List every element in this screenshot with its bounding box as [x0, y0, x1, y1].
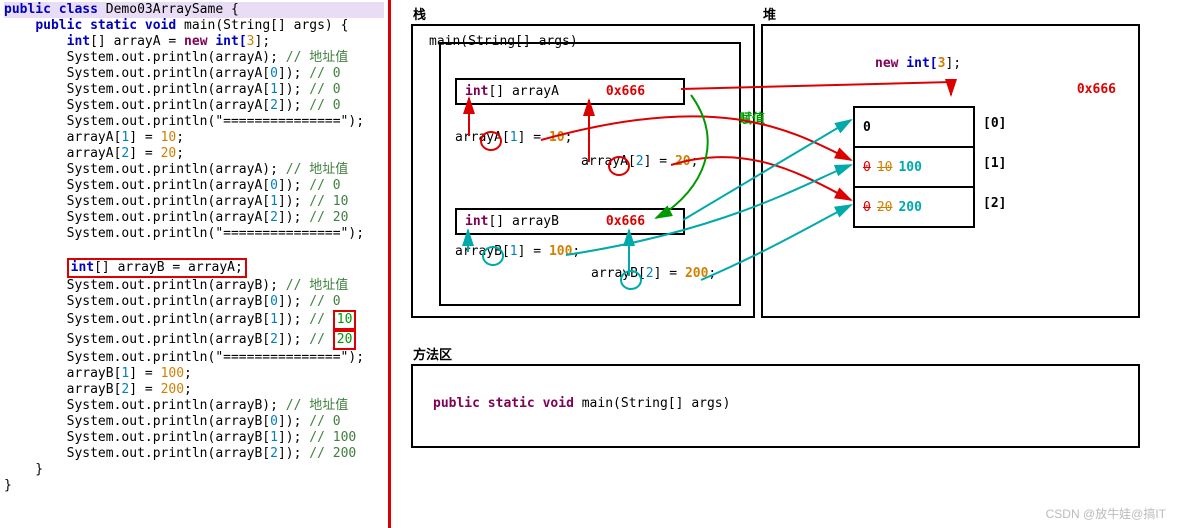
print-b: System.out.println(arrayB); // 地址值: [4, 278, 384, 294]
watermark: CSDN @放牛娃@搞IT: [1046, 505, 1166, 522]
print-b2-2: System.out.println(arrayB[2]); // 200: [4, 446, 384, 462]
print-a2: System.out.println(arrayA[2]); // 0: [4, 98, 384, 114]
assign-b2: arrayB[2] = 200;: [4, 382, 384, 398]
sep2: System.out.println("===============");: [4, 226, 384, 242]
method-sig: public static void main(String[] args): [433, 396, 730, 411]
print-b0-2: System.out.println(arrayB[0]); // 0: [4, 414, 384, 430]
method-title: 方法区: [413, 344, 452, 363]
code-pane: public class Demo03ArraySame { public st…: [0, 0, 391, 528]
print-b2: System.out.println(arrayB[2]); // 20: [4, 330, 384, 350]
new-expr: new int[3];: [875, 56, 961, 71]
var-arrayB: int[] arrayB 0x666: [455, 208, 685, 235]
assign-a1: arrayA[1] = 10;: [4, 130, 384, 146]
assign-b1-label: arrayB[1] = 100;: [455, 244, 580, 259]
var-arrayA: int[] arrayA 0x666: [455, 78, 685, 105]
cell-1: 0 10 100[1]: [855, 148, 973, 188]
cell-2: 0 20 200[2]: [855, 188, 973, 226]
print-a-2: System.out.println(arrayA); // 地址值: [4, 162, 384, 178]
print-a1-2: System.out.println(arrayA[1]); // 10: [4, 194, 384, 210]
assign-label: 赋值: [739, 108, 765, 127]
method-area-panel: 方法区 public static void main(String[] arg…: [411, 364, 1140, 448]
sep1: System.out.println("===============");: [4, 114, 384, 130]
print-b1-2: System.out.println(arrayB[1]); // 100: [4, 430, 384, 446]
stack-title: 栈: [413, 4, 426, 23]
assign-a2-label: arrayA[2] = 20;: [581, 154, 698, 169]
class-line: public class Demo03ArraySame {: [4, 2, 384, 18]
main-frame: int[] arrayA 0x666 arrayA[1] = 10; array…: [439, 42, 741, 306]
blank: [4, 242, 384, 258]
close-class: }: [4, 478, 384, 494]
cell-0: 0[0]: [855, 108, 973, 148]
print-a1: System.out.println(arrayA[1]); // 0: [4, 82, 384, 98]
decl-a: int[] arrayA = new int[3];: [4, 34, 384, 50]
heap-address: 0x666: [1077, 82, 1116, 97]
sep3: System.out.println("===============");: [4, 350, 384, 366]
print-a: System.out.println(arrayA); // 地址值: [4, 50, 384, 66]
print-a0-2: System.out.println(arrayA[0]); // 0: [4, 178, 384, 194]
print-a0: System.out.println(arrayA[0]); // 0: [4, 66, 384, 82]
main-line: public static void main(String[] args) {: [4, 18, 384, 34]
print-b1: System.out.println(arrayB[1]); // 10: [4, 310, 384, 330]
assign-a2: arrayA[2] = 20;: [4, 146, 384, 162]
array-cells: 0[0] 0 10 100[1] 0 20 200[2]: [853, 106, 975, 228]
assign-b2-label: arrayB[2] = 200;: [591, 266, 716, 281]
print-b0: System.out.println(arrayB[0]); // 0: [4, 294, 384, 310]
stack-panel: 栈 main(String[] args) int[] arrayA 0x666…: [411, 24, 755, 318]
heap-title: 堆: [763, 4, 776, 23]
heap-panel: 堆 new int[3]; 0x666 0[0] 0 10 100[1] 0 2…: [761, 24, 1140, 318]
print-b-2: System.out.println(arrayB); // 地址值: [4, 398, 384, 414]
print-a2-2: System.out.println(arrayA[2]); // 20: [4, 210, 384, 226]
assign-a1-label: arrayA[1] = 10;: [455, 130, 572, 145]
memory-diagram: 栈 main(String[] args) int[] arrayA 0x666…: [391, 0, 1184, 528]
assign-b1: arrayB[1] = 100;: [4, 366, 384, 382]
close-main: }: [4, 462, 384, 478]
decl-b: int[] arrayB = arrayA;: [4, 258, 384, 278]
